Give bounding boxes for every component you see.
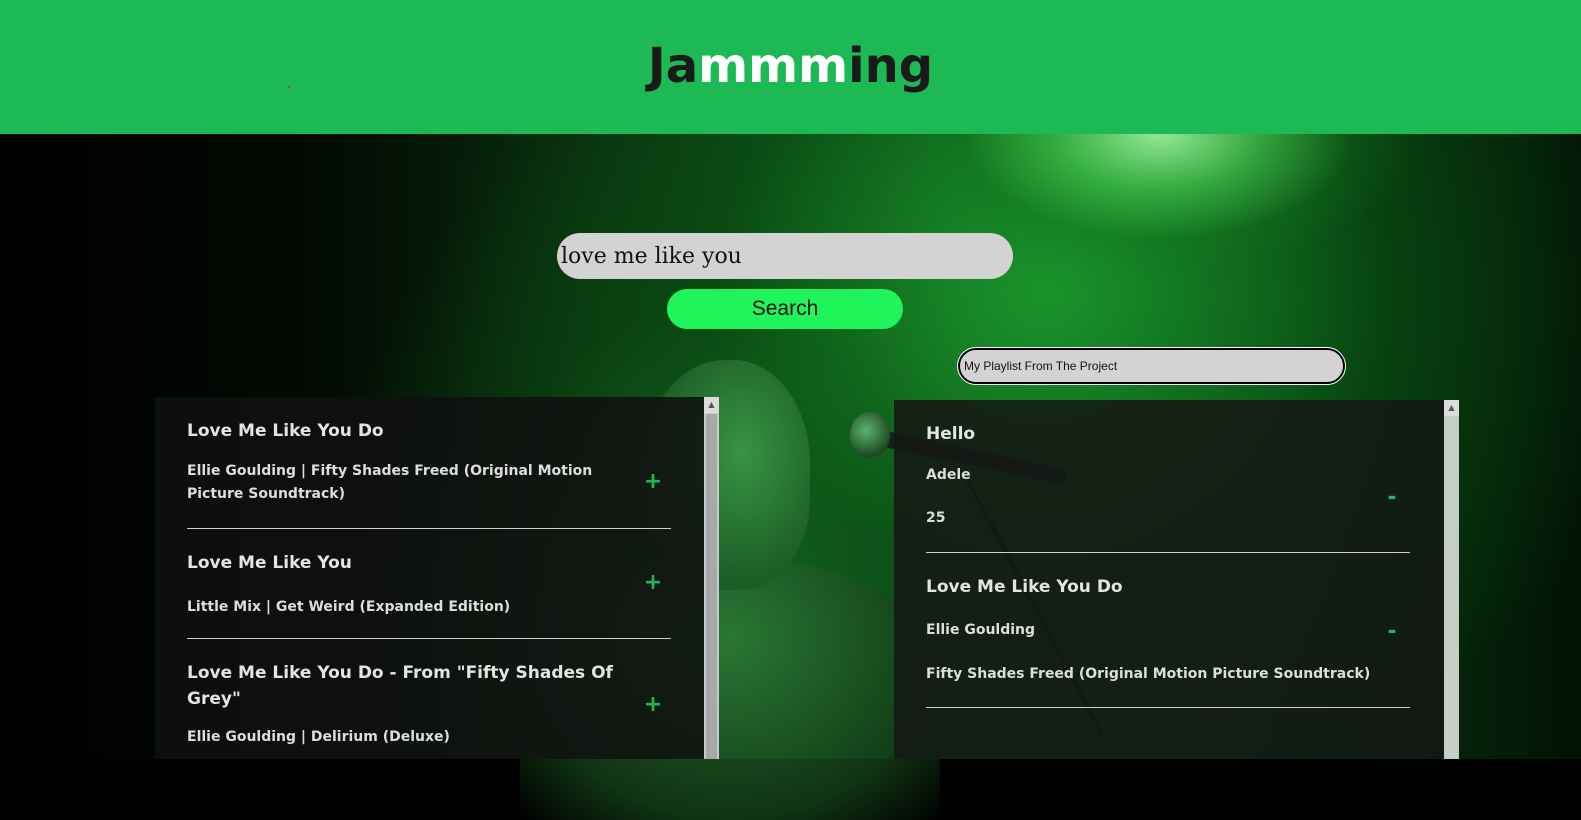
track-info: Ellie Goulding | Fifty Shades Freed (Ori… [187,463,593,502]
track-name: Love Me Like You Do [187,421,384,441]
search-input[interactable] [557,233,1013,279]
add-track-button[interactable]: + [643,572,663,594]
playlist-name-input[interactable] [957,347,1346,385]
result-track: Love Me Like You Do Ellie Goulding | Fif… [187,417,671,529]
search-button[interactable]: Search [667,289,903,329]
result-track: Love Me Like You Do - From "Fifty Shades… [187,660,671,759]
scroll-up-arrow-icon[interactable]: ▲ [704,397,719,413]
scroll-thumb[interactable] [706,414,717,759]
track-album: 25 [926,510,946,526]
track-name: Love Me Like You [187,553,352,573]
playlist-scrollbar[interactable]: ▲ [1444,400,1459,759]
playlist-panel[interactable]: Hello Adele 25 - Love Me Like You Do Ell… [894,400,1459,759]
track-name: Love Me Like You Do - From "Fifty Shades… [187,663,613,709]
add-track-button[interactable]: + [643,694,663,716]
app-title-suffix: ing [848,38,934,94]
track-artist: Adele [926,467,971,483]
track-album: Fifty Shades Freed (Original Motion Pict… [926,666,1371,682]
track-artist: Ellie Goulding [926,622,1036,638]
playlist-track: Love Me Like You Do Ellie Goulding Fifty… [926,574,1410,708]
result-track: Love Me Like You Little Mix | Get Weird … [187,550,671,639]
playlist-track: Hello Adele 25 - [926,420,1410,553]
remove-track-button[interactable]: - [1382,621,1402,643]
scroll-up-arrow-icon[interactable]: ▲ [1444,400,1459,416]
track-name: Love Me Like You Do [926,577,1123,597]
search-results-panel[interactable]: Love Me Like You Do Ellie Goulding | Fif… [155,397,719,759]
add-track-button[interactable]: + [643,471,663,493]
track-info: Little Mix | Get Weird (Expanded Edition… [187,599,511,615]
results-scrollbar[interactable]: ▲ [704,397,719,759]
app-title-accent: mmm [698,38,849,94]
track-info: Ellie Goulding | Delirium (Deluxe) [187,729,450,745]
track-name: Hello [926,424,976,444]
app-title: Jammming [0,36,1581,96]
background-microphone [850,412,890,458]
app-title-prefix: Ja [647,38,699,94]
app-header: Jammming [0,0,1581,134]
remove-track-button[interactable]: - [1382,487,1402,509]
